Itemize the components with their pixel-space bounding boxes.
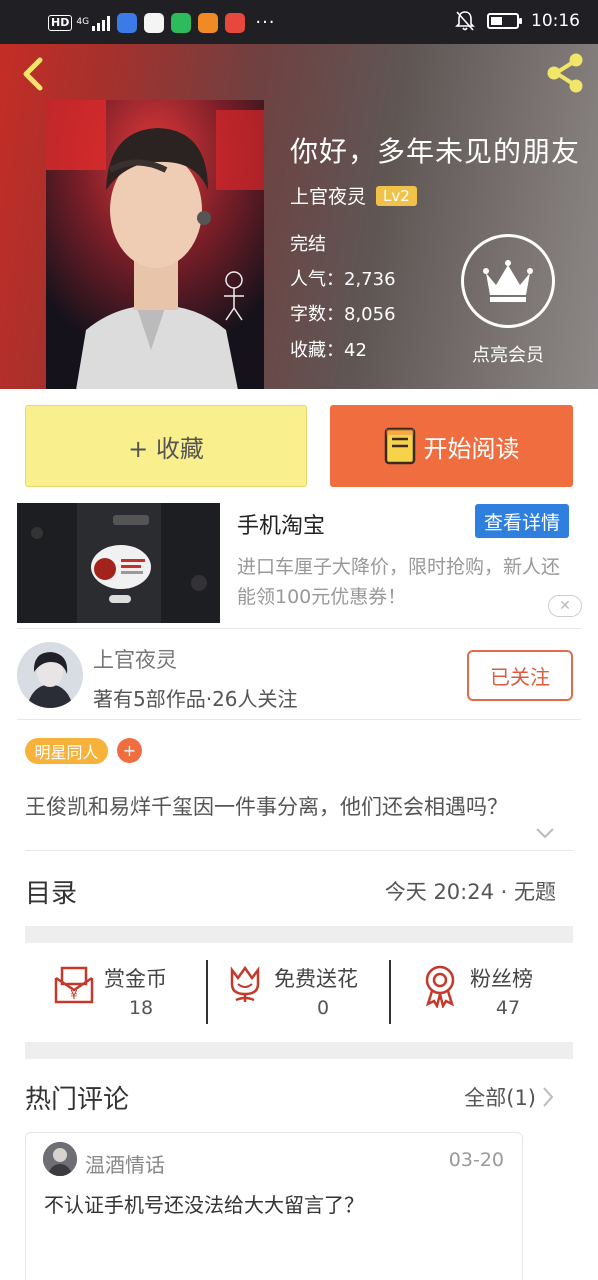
ad-close-icon[interactable]: ✕ [548, 595, 582, 617]
collect-button[interactable]: + 收藏 [25, 405, 307, 487]
reward-coins-value: 18 [128, 997, 154, 1019]
author-level-badge: Lv2 [376, 185, 417, 206]
stat-divider [206, 960, 208, 1024]
fan-ranking-value: 47 [495, 997, 521, 1019]
section-separator [25, 1042, 573, 1059]
section-separator [25, 926, 573, 943]
fan-ranking-stat[interactable]: 粉丝榜 47 [420, 958, 560, 1028]
popularity-stat: 人气：2,736 [290, 265, 396, 291]
hd-badge: HD [48, 14, 73, 31]
favorites-value: 42 [344, 340, 367, 361]
status-right: 10:16 [455, 10, 580, 32]
reward-coins-stat[interactable]: ¥ 赏金币 18 [52, 958, 192, 1028]
reward-coins-label: 赏金币 [104, 967, 167, 991]
divider [17, 719, 581, 720]
svg-text:¥: ¥ [70, 988, 78, 1002]
vip-label[interactable]: 点亮会员 [462, 341, 554, 367]
popularity-label: 人气： [290, 269, 344, 290]
send-flowers-value: 0 [316, 997, 330, 1019]
red-envelope-icon: ¥ [54, 966, 94, 1004]
chevron-right-icon[interactable] [541, 1085, 555, 1109]
expand-chevron-icon[interactable] [535, 826, 555, 840]
flower-icon [230, 965, 260, 1002]
header-author-row: 上官夜灵 Lv2 [290, 182, 417, 209]
app-notification-icon [144, 12, 165, 33]
divider [17, 628, 581, 629]
comment-text: 不认证手机号还没法给大大留言了？ [44, 1193, 364, 1217]
ad-details-button[interactable]: 查看详情 [475, 504, 569, 538]
app-notification-icon [171, 12, 192, 33]
network-type: 4G [76, 17, 90, 27]
all-comments-link[interactable]: 全部(1) [464, 1082, 536, 1112]
word-count-label: 字数： [290, 304, 344, 325]
commenter-name[interactable]: 温酒情话 [85, 1149, 165, 1178]
clock: 10:16 [531, 11, 580, 31]
more-notifications: ··· [255, 12, 276, 33]
status-left: HD 4G ··· [48, 12, 276, 33]
vip-crown-button[interactable] [461, 234, 555, 328]
back-arrow-icon[interactable] [14, 52, 54, 96]
word-count-stat: 字数：8,056 [290, 300, 396, 326]
bell-muted-icon [455, 11, 475, 31]
book-cover-image[interactable] [46, 100, 264, 389]
add-tag-button[interactable]: + [117, 738, 142, 763]
medal-icon [425, 965, 455, 1008]
toc-label[interactable]: 目录 [25, 873, 77, 910]
crown-icon [483, 260, 533, 302]
commenter-avatar[interactable] [43, 1142, 77, 1176]
fan-ranking-label: 粉丝榜 [470, 967, 533, 991]
ad-title[interactable]: 手机淘宝 [237, 508, 325, 540]
favorites-stat: 收藏：42 [290, 336, 367, 362]
comment-card[interactable]: 温酒情话 03-20 不认证手机号还没法给大大留言了？ [25, 1132, 523, 1280]
ad-description[interactable]: 进口车厘子大降价，限时抢购，新人还能领100元优惠券！ [237, 552, 577, 612]
status-bar: HD 4G ··· 10:16 [0, 0, 598, 44]
genre-tag[interactable]: 明星同人 [25, 738, 108, 764]
header-author-name[interactable]: 上官夜灵 [290, 182, 366, 209]
app-notification-icon [225, 12, 246, 33]
app-notification-icon [198, 12, 219, 33]
battery-icon [487, 13, 522, 29]
book-header: 你好，多年未见的朋友 上官夜灵 Lv2 完结 人气：2,736 字数：8,056… [0, 44, 598, 389]
app-notification-icon [117, 12, 138, 33]
stat-divider [389, 960, 391, 1024]
book-icon [384, 427, 415, 465]
comment-date: 03-20 [448, 1149, 504, 1171]
author-stats: 著有5部作品·26人关注 [93, 687, 298, 711]
send-flowers-label: 免费送花 [274, 967, 358, 991]
follow-button[interactable]: 已关注 [467, 650, 573, 701]
start-reading-button[interactable]: 开始阅读 [330, 405, 573, 487]
book-status: 完结 [290, 234, 326, 255]
book-title: 你好，多年未见的朋友 [290, 135, 581, 168]
chevron-right-icon[interactable] [542, 879, 556, 903]
share-icon[interactable] [542, 50, 588, 96]
popularity-value: 2,736 [344, 269, 396, 290]
author-name[interactable]: 上官夜灵 [93, 644, 177, 674]
send-flowers-stat[interactable]: 免费送花 0 [226, 958, 376, 1028]
signal-icon [92, 15, 111, 31]
book-synopsis: 王俊凯和易烊千玺因一件事分离，他们还会相遇吗？ [25, 795, 508, 819]
ad-image[interactable] [17, 503, 220, 623]
divider [25, 850, 573, 851]
toc-latest-chapter[interactable]: 今天 20:24 · 无题 [385, 876, 556, 906]
author-avatar[interactable] [17, 642, 83, 708]
start-reading-label: 开始阅读 [423, 434, 520, 463]
word-count-value: 8,056 [344, 304, 396, 325]
hot-comments-title: 热门评论 [25, 1085, 130, 1115]
favorites-label: 收藏： [290, 340, 344, 361]
